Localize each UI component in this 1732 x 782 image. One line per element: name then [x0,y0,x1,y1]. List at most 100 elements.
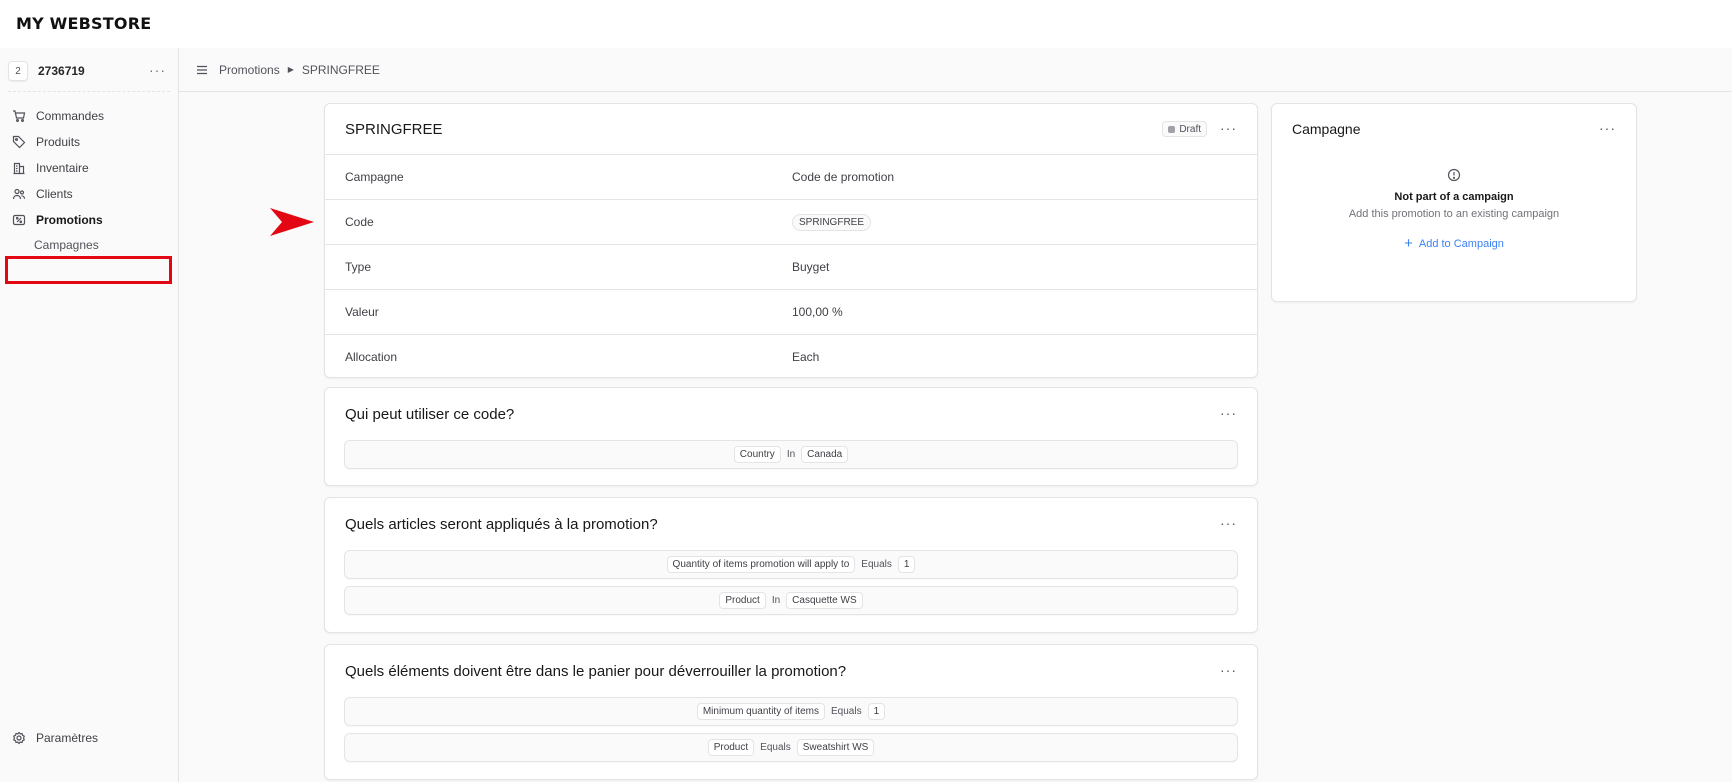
campaign-card: Campagne ··· Not part of a campaign Add … [1271,103,1637,302]
more-actions-icon[interactable]: ··· [1220,662,1237,678]
empty-state-title: Not part of a campaign [1394,191,1514,203]
detail-value: Each [792,350,820,364]
status-badge: Draft [1162,121,1207,137]
campaign-empty-state: Not part of a campaign Add this promotio… [1272,168,1636,251]
card-header: Quels éléments doivent être dans le pani… [325,645,1257,697]
rule-value: 1 [867,703,886,720]
detail-value: Buyget [792,260,830,274]
info-circle-icon [1447,168,1461,182]
building-icon [12,161,26,175]
receipt-percent-icon [12,213,26,227]
promotion-title: SPRINGFREE [345,120,443,138]
detail-key: Type [345,260,372,274]
store-switcher[interactable]: 2 2736719 ··· [8,58,170,84]
status-label: Draft [1179,123,1201,135]
caret-right-icon: ▶ [287,65,294,74]
card-header: Quels articles seront appliqués à la pro… [325,498,1257,550]
rule-value: Canada [801,446,849,463]
rule-operator: In [786,449,796,460]
more-actions-icon[interactable]: ··· [1220,405,1237,421]
rule-row: Quantity of items promotion will apply t… [344,550,1238,579]
cart-icon [12,109,26,123]
detail-row-allocation: Allocation Each [325,334,1257,379]
sidebar-nav: Commandes Produits Inventaire Clients Pr… [8,103,170,257]
rule-row: Product In Casquette WS [344,586,1238,615]
rule-list: Quantity of items promotion will apply t… [325,550,1257,615]
store-menu-icon[interactable]: ··· [149,62,166,78]
rule-attribute: Country [733,446,781,463]
rule-attribute: Product [707,739,755,756]
sidebar-item-label: Commandes [36,109,105,123]
add-to-campaign-label: Add to Campaign [1418,237,1504,250]
rule-operator: Equals [861,559,892,570]
annotation-arrow-icon [270,208,314,236]
detail-key: Valeur [345,305,379,319]
rule-value: 1 [897,556,916,573]
section-who-can-use: Qui peut utiliser ce code? ··· Country I… [324,387,1258,486]
sidebar-item-label: Promotions [36,213,103,227]
detail-row-type: Type Buyget [325,244,1257,289]
card-header: Qui peut utiliser ce code? ··· [325,388,1257,440]
campaign-title: Campagne [1292,121,1361,137]
rule-row: Country In Canada [344,440,1238,469]
rule-attribute: Quantity of items promotion will apply t… [666,556,856,573]
sidebar-item-settings[interactable]: Paramètres [12,731,98,745]
more-actions-icon[interactable]: ··· [1599,120,1616,136]
add-to-campaign-button[interactable]: + Add to Campaign [1404,236,1504,251]
rule-row: Minimum quantity of items Equals 1 [344,697,1238,726]
sidebar-item-label: Clients [36,187,73,201]
detail-value: 100,00 % [792,305,843,319]
menu-icon[interactable] [195,63,209,77]
rule-operator: In [771,595,781,606]
card-header: Campagne ··· [1272,104,1636,154]
rule-operator: Equals [831,706,862,717]
store-name: 2736719 [38,64,85,78]
breadcrumb-parent[interactable]: Promotions [219,63,280,77]
sidebar-item-produits[interactable]: Produits [8,129,170,155]
top-bar: MY WEBSTORE [0,0,1732,48]
promo-code-pill[interactable]: SPRINGFREE [792,213,872,231]
rule-list: Minimum quantity of items Equals 1 Produ… [325,697,1257,762]
detail-row-campagne: Campagne Code de promotion [325,154,1257,199]
sidebar-item-commandes[interactable]: Commandes [8,103,170,129]
promotion-details-card: SPRINGFREE Draft ··· Campagne Code de pr… [324,103,1258,378]
breadcrumb: Promotions ▶ SPRINGFREE [179,48,1732,92]
detail-row-code: Code SPRINGFREE [325,199,1257,244]
rule-attribute: Minimum quantity of items [696,703,825,720]
sidebar-item-inventaire[interactable]: Inventaire [8,155,170,181]
detail-key: Campagne [345,170,404,184]
sidebar-subitem-campagnes[interactable]: Campagnes [8,233,170,257]
section-title: Quels articles seront appliqués à la pro… [345,515,658,533]
sidebar-item-label: Produits [36,135,81,149]
detail-row-valeur: Valeur 100,00 % [325,289,1257,334]
rule-row: Product Equals Sweatshirt WS [344,733,1238,762]
empty-state-description: Add this promotion to an existing campai… [1348,208,1560,220]
store-avatar: 2 [8,61,28,81]
annotation-highlight-box [5,256,172,284]
section-title: Quels éléments doivent être dans le pani… [345,662,847,680]
sidebar: 2 2736719 ··· Commandes Produits Inventa… [0,48,179,782]
rule-value: Sweatshirt WS [796,739,875,756]
detail-key: Allocation [345,350,398,364]
breadcrumb-current: SPRINGFREE [301,62,380,77]
rule-value: Casquette WS [786,592,863,609]
sidebar-item-clients[interactable]: Clients [8,181,170,207]
gear-icon [12,731,26,745]
rule-operator: Equals [760,742,791,753]
more-actions-icon[interactable]: ··· [1220,120,1237,136]
detail-key: Code [345,215,374,229]
more-actions-icon[interactable]: ··· [1220,515,1237,531]
sidebar-item-label: Inventaire [36,161,89,175]
sidebar-item-promotions[interactable]: Promotions [8,207,170,233]
users-icon [12,187,26,201]
status-dot [1168,125,1176,133]
detail-value: Code de promotion [792,170,895,184]
section-buy-rules: Quels éléments doivent être dans le pani… [324,644,1258,780]
tag-icon [12,135,26,149]
settings-label: Paramètres [36,731,99,745]
rule-attribute: Product [719,592,766,609]
plus-icon: + [1404,235,1413,252]
section-target-items: Quels articles seront appliqués à la pro… [324,497,1258,633]
section-title: Qui peut utiliser ce code? [345,405,515,423]
brand-logo: MY WEBSTORE [16,14,152,33]
